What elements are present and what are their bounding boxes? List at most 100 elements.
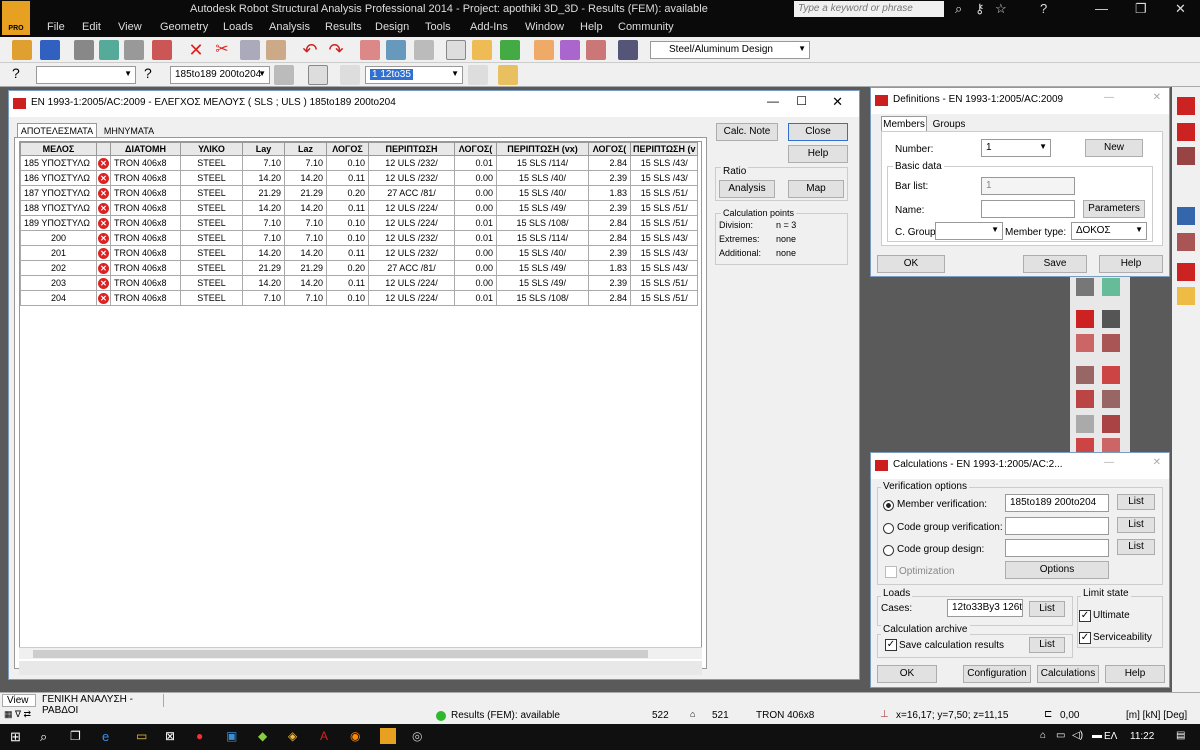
wrench-icon[interactable] [586, 40, 606, 60]
frame-icon[interactable] [308, 65, 328, 85]
autocad-icon[interactable]: A [320, 729, 328, 743]
zoom-icon[interactable] [446, 40, 466, 60]
support-icon[interactable] [1076, 390, 1094, 408]
col-case-vx[interactable]: ΠΕΡΙΠΤΩΣΗ (vx) [496, 142, 589, 156]
design-icon[interactable] [1177, 97, 1195, 115]
task-view-icon[interactable]: ❐ [70, 729, 81, 743]
box-icon[interactable] [1177, 287, 1195, 305]
grid-icon[interactable] [1177, 233, 1195, 251]
tab-messages[interactable]: ΜΗΝΥΜΑΤΑ [99, 124, 159, 138]
line-icon[interactable] [1076, 334, 1094, 352]
bars-select[interactable]: 185to189 200to204 ▼ [170, 66, 270, 84]
ultimate-checkbox[interactable]: ✓ [1079, 610, 1091, 622]
intersect-icon[interactable] [1102, 366, 1120, 384]
screen-capture-icon[interactable] [124, 40, 144, 60]
redo-icon[interactable]: ↷ [326, 40, 346, 60]
member-verification-field[interactable]: 185to189 200to204 [1005, 494, 1109, 512]
binoculars-icon[interactable]: ⌕ [955, 1, 962, 17]
app-icon-1[interactable]: ● [196, 729, 203, 743]
menu-edit[interactable]: Edit [82, 21, 101, 33]
col-member[interactable]: ΜΕΛΟΣ [20, 142, 97, 156]
copy-shape-icon[interactable] [1102, 334, 1120, 352]
list-icon[interactable] [1076, 278, 1094, 296]
volume-icon[interactable]: ◁) [1072, 730, 1083, 741]
optimization-checkbox[interactable] [885, 566, 897, 578]
analysis-tab[interactable]: ΓΕΝΙΚΗ ΑΝΑΛΥΣΗ - ΡΑΒΔΟΙ [38, 694, 164, 716]
model-icon[interactable] [560, 40, 580, 60]
definitions-save-button[interactable]: Save [1023, 255, 1087, 273]
undo-icon[interactable]: ↶ [300, 40, 320, 60]
glasses-icon[interactable] [1177, 147, 1195, 165]
battery-icon[interactable]: ▬ [1092, 730, 1102, 741]
table-row[interactable]: 188 ΥΠΟΣΤΥΛΩ ✕ TRON 406x8 STEEL 14.20 14.20 0.… [20, 200, 699, 216]
help-button[interactable]: Help [788, 145, 848, 163]
firefox-icon[interactable]: ◉ [350, 729, 360, 743]
tool-icon[interactable] [1102, 310, 1120, 328]
structure-icon[interactable] [534, 40, 554, 60]
view-tab[interactable]: View [2, 694, 36, 707]
table-row[interactable]: 200 ✕ TRON 406x8 STEEL 7.10 7.10 0.10 12 ULS /2… [20, 230, 699, 246]
menu-geometry[interactable]: Geometry [160, 21, 208, 33]
zoom-window-icon[interactable] [472, 40, 492, 60]
clock[interactable]: 11:22 [1130, 731, 1154, 742]
close-icon[interactable]: ✕ [1175, 1, 1186, 17]
analysis-button[interactable]: Analysis [719, 180, 775, 198]
calculations-ok-button[interactable]: OK [877, 665, 937, 683]
col-material[interactable]: ΥΛΙΚΟ [180, 142, 243, 156]
table-row[interactable]: 201 ✕ TRON 406x8 STEEL 14.20 14.20 0.11 12 ULS … [20, 245, 699, 261]
view-icons[interactable]: ▦ ∇ ⇄ [4, 709, 64, 723]
code-group-design-radio[interactable] [883, 545, 894, 556]
cases-list-button[interactable]: List [1029, 601, 1065, 617]
table-row[interactable]: 187 ΥΠΟΣΤΥΛΩ ✕ TRON 406x8 STEEL 21.29 21.29 0.… [20, 185, 699, 201]
menu-view[interactable]: View [118, 21, 142, 33]
foundation-icon[interactable] [1102, 415, 1120, 433]
member-list-button[interactable]: List [1117, 494, 1155, 510]
menu-design[interactable]: Design [375, 21, 409, 33]
cases-field[interactable]: 12to33By3 126to [947, 599, 1023, 617]
code-design-list-button[interactable]: List [1117, 539, 1155, 555]
app-icon-2[interactable]: ▣ [226, 729, 237, 743]
code-group-verification-field[interactable] [1005, 517, 1109, 535]
print-icon[interactable] [74, 40, 94, 60]
input-language[interactable]: ΕΛ [1104, 731, 1117, 742]
run-calculations-button[interactable]: Calculations [1037, 665, 1099, 683]
menu-help[interactable]: Help [580, 21, 603, 33]
col-case-2[interactable]: ΠΕΡΙΠΤΩΣΗ (v [629, 142, 699, 156]
bar-query-icon[interactable]: ? [144, 65, 164, 85]
flag-icon[interactable] [1177, 263, 1195, 281]
configuration-button[interactable]: Configuration [963, 665, 1031, 683]
tab-groups[interactable]: Groups [929, 117, 969, 132]
table-row[interactable]: 204 ✕ TRON 406x8 STEEL 7.10 7.10 0.10 12 ULS /2… [20, 290, 699, 306]
tab-members[interactable]: Members [881, 116, 927, 132]
paste-icon[interactable] [266, 40, 286, 60]
star-icon[interactable]: ☆ [995, 1, 1007, 17]
edge-icon[interactable]: e [102, 729, 109, 744]
code-group-verification-radio[interactable] [883, 523, 894, 534]
table-row[interactable]: 185 ΥΠΟΣΤΥΛΩ ✕ TRON 406x8 STEEL 7.10 7.10 0.10… [20, 155, 699, 171]
table-row[interactable]: 189 ΥΠΟΣΤΥΛΩ ✕ TRON 406x8 STEEL 7.10 7.10 0.10… [20, 215, 699, 231]
copy-icon[interactable] [240, 40, 260, 60]
app-icon-3[interactable]: ◆ [258, 729, 267, 743]
notifications-icon[interactable]: ▤ [1176, 730, 1185, 741]
delete-icon[interactable]: ✕ [186, 40, 206, 60]
app-icon-5[interactable]: ◎ [412, 729, 422, 743]
section-icon[interactable] [1177, 123, 1195, 141]
load-icon[interactable] [498, 65, 518, 85]
robot-taskbar-icon[interactable] [380, 728, 396, 744]
ibeam-icon[interactable] [1076, 310, 1094, 328]
menu-results[interactable]: Results [325, 21, 362, 33]
query-icon[interactable]: ? [12, 65, 32, 85]
code-group-list-button[interactable]: List [1117, 517, 1155, 533]
menu-analysis[interactable]: Analysis [269, 21, 310, 33]
col-ratio[interactable]: ΛΟΓΟΣ [326, 142, 369, 156]
release-icon[interactable] [1076, 366, 1094, 384]
search-icon[interactable]: ⌕ [40, 729, 47, 745]
bar-list-field[interactable]: 1 [981, 177, 1075, 195]
color-map-icon[interactable] [1102, 278, 1120, 296]
col-laz[interactable]: Laz [284, 142, 327, 156]
menu-tools[interactable]: Tools [425, 21, 451, 33]
people-icon[interactable]: ⌂ [1040, 730, 1046, 741]
hand-select-icon[interactable] [274, 65, 294, 85]
calculations-help-button[interactable]: Help [1105, 665, 1165, 683]
network-icon[interactable]: ▭ [1056, 730, 1065, 741]
